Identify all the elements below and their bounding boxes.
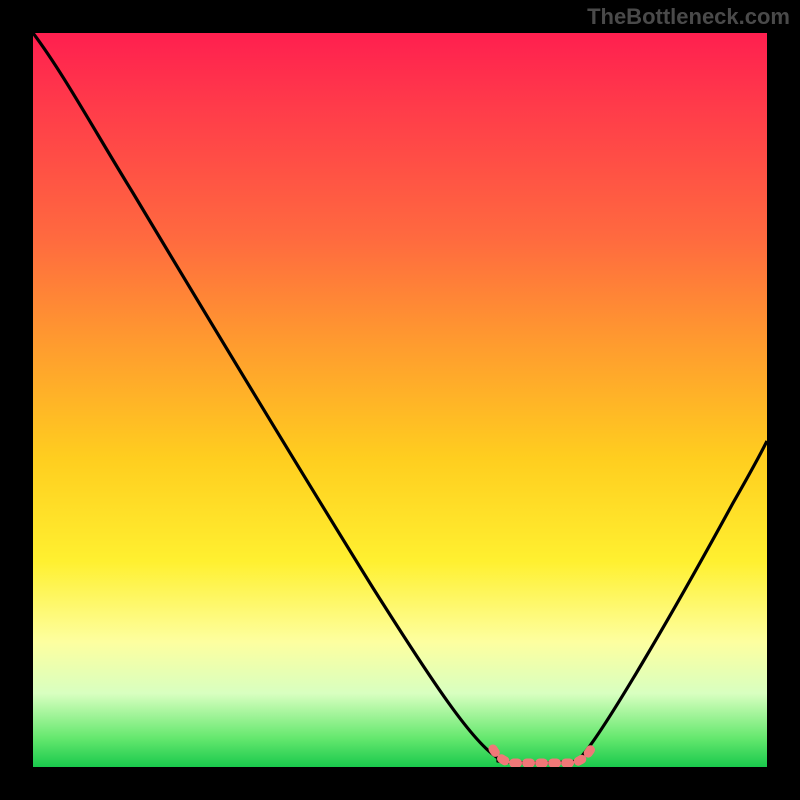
chart-container: TheBottleneck.com: [0, 0, 800, 800]
chart-svg: [33, 33, 767, 767]
bottleneck-curve: [33, 33, 767, 763]
watermark-text: TheBottleneck.com: [587, 4, 790, 30]
optimal-zone-marker: [493, 749, 591, 763]
plot-area: [33, 33, 767, 767]
